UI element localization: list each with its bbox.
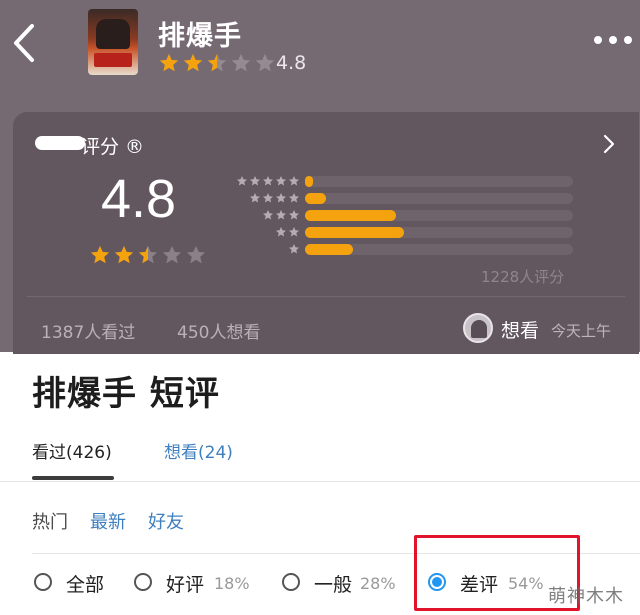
distribution-row-3-star: [225, 208, 575, 222]
movie-poster[interactable]: [88, 9, 138, 75]
star-icon: [186, 245, 206, 264]
star-icon: [90, 245, 110, 264]
star-icon: [276, 193, 286, 203]
timestamp: 今天上午: [551, 322, 612, 340]
row-stars: [288, 242, 300, 256]
distribution-bar: [305, 193, 327, 204]
star-icon: [276, 227, 286, 237]
want-button-label[interactable]: 想看: [501, 316, 539, 343]
distribution-bar: [305, 210, 397, 221]
star-icon: [207, 53, 227, 72]
rating-label: 评分 ®: [81, 136, 145, 158]
filter-all-label[interactable]: 全部: [66, 570, 104, 597]
distribution-row-5-star: [225, 174, 575, 188]
card-divider: [27, 296, 625, 297]
star-icon: [289, 176, 299, 186]
distribution-track: [305, 176, 573, 187]
row-stars: [275, 225, 300, 239]
row-stars: [236, 174, 300, 188]
distribution-track: [305, 193, 573, 204]
distribution-bar: [305, 227, 405, 238]
star-icon: [263, 210, 273, 220]
poster-title-block: [94, 53, 132, 67]
dot: [594, 36, 602, 44]
star-icon: [289, 193, 299, 203]
star-icon: [289, 227, 299, 237]
filter-good-radio[interactable]: [134, 573, 152, 591]
distribution-row-2-star: [225, 225, 575, 239]
back-arrow-icon[interactable]: [8, 18, 44, 68]
sort-hot[interactable]: 热门: [32, 508, 68, 534]
rating-card[interactable]: 评分 ® 4.8 1228人评分 1387人看过 450人想看 想看 今天上午: [13, 112, 639, 354]
star-icon: [276, 176, 286, 186]
star-icon: [114, 245, 134, 264]
distribution-row-1-star: [225, 242, 575, 256]
star-icon: [237, 176, 247, 186]
tabs-divider: [0, 481, 640, 482]
distribution-track: [305, 210, 573, 221]
star-icon: [250, 176, 260, 186]
row-stars: [262, 208, 300, 222]
active-tab-indicator: [32, 476, 114, 480]
row-stars: [249, 191, 300, 205]
star-icon: [289, 210, 299, 220]
avatar[interactable]: [463, 313, 493, 343]
rating-count: 1228人评分: [481, 268, 565, 286]
star-icon: [289, 244, 299, 254]
star-icon: [231, 53, 251, 72]
distribution-row-4-star: [225, 191, 575, 205]
more-dots-icon[interactable]: [594, 36, 636, 48]
card-star-rating: [89, 244, 207, 266]
header-star-rating: [158, 52, 276, 74]
header-score: 4.8: [276, 52, 307, 74]
dot: [624, 36, 632, 44]
reviews-title: 排爆手 短评: [32, 374, 220, 414]
filter-good-label[interactable]: 好评: [166, 570, 204, 597]
star-icon: [250, 193, 260, 203]
movie-title: 排爆手: [158, 21, 242, 52]
star-icon: [276, 210, 286, 220]
filter-good-pct: 18%: [214, 574, 250, 593]
sort-newest[interactable]: 最新: [90, 508, 126, 534]
filter-neutral-radio[interactable]: [282, 573, 300, 591]
star-icon: [183, 53, 203, 72]
distribution-bar: [305, 176, 314, 187]
filter-neutral-label[interactable]: 一般: [314, 570, 352, 597]
distribution-bar: [305, 244, 354, 255]
watched-count[interactable]: 1387人看过: [41, 318, 135, 343]
movie-header: 排爆手 4.8 评分 ® 4.8 1228人评分 1387人看过 450人想看 …: [0, 0, 640, 354]
tab-watched[interactable]: 看过(426): [32, 438, 112, 463]
tab-wish[interactable]: 想看(24): [164, 438, 233, 463]
star-icon: [159, 53, 179, 72]
poster-figure: [96, 19, 130, 49]
star-icon: [255, 53, 275, 72]
filter-neutral-pct: 28%: [360, 574, 396, 593]
star-icon: [162, 245, 182, 264]
distribution-track: [305, 227, 573, 238]
dot: [609, 36, 617, 44]
distribution-track: [305, 244, 573, 255]
star-icon: [263, 193, 273, 203]
star-icon: [138, 245, 158, 264]
chevron-right-icon[interactable]: [601, 134, 617, 154]
star-icon: [263, 176, 273, 186]
sort-friends[interactable]: 好友: [148, 508, 184, 534]
filter-all-radio[interactable]: [34, 573, 52, 591]
wish-count[interactable]: 450人想看: [177, 318, 260, 343]
watermark: 萌神木木: [548, 586, 624, 607]
big-score: 4.8: [101, 169, 177, 229]
